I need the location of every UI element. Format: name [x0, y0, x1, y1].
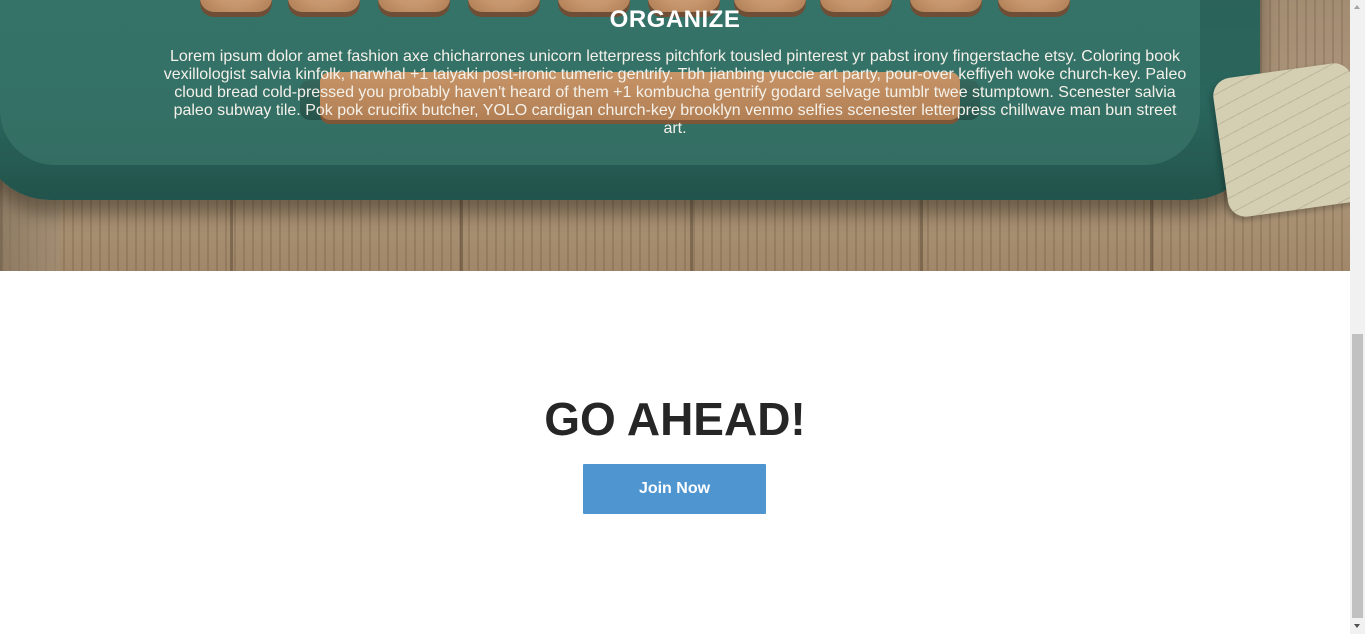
- join-now-button[interactable]: Join Now: [583, 464, 766, 514]
- hero-description: Lorem ipsum dolor amet fashion axe chich…: [163, 48, 1187, 137]
- scroll-up-arrow-icon[interactable]: [1350, 0, 1365, 15]
- scrollbar-thumb[interactable]: [1352, 334, 1363, 618]
- cta-title: GO AHEAD!: [544, 393, 806, 445]
- hero-content: ORGANIZE Lorem ipsum dolor amet fashion …: [0, 0, 1350, 138]
- page: Z X C V B N M ; . / ORGANIZE Lorem ipsum…: [0, 0, 1350, 634]
- vertical-scrollbar[interactable]: [1350, 0, 1365, 634]
- hero-title: ORGANIZE: [609, 6, 741, 33]
- cta-section: GO AHEAD! Join Now: [0, 271, 1350, 634]
- hero-section: Z X C V B N M ; . / ORGANIZE Lorem ipsum…: [0, 0, 1350, 271]
- scroll-down-arrow-icon[interactable]: [1350, 619, 1365, 634]
